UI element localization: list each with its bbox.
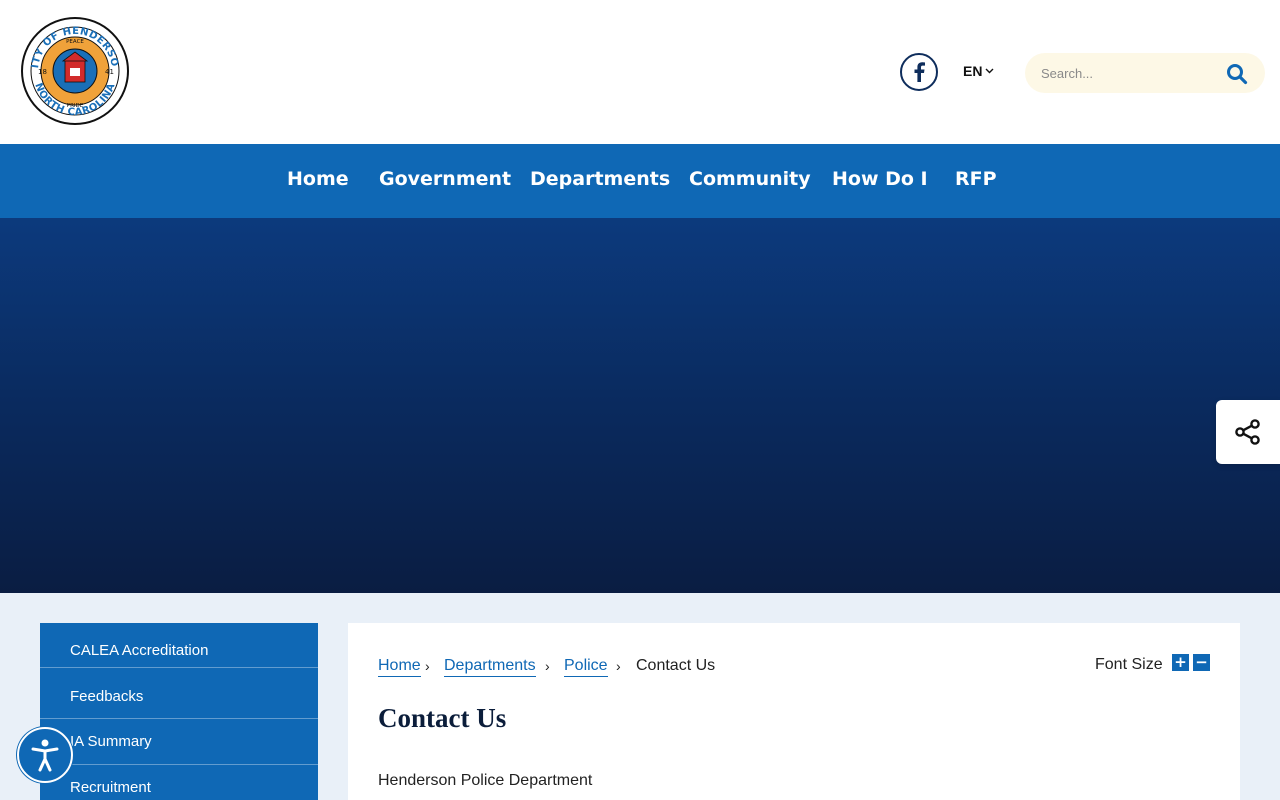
breadcrumb-home[interactable]: Home — [378, 657, 421, 677]
search-input[interactable] — [1041, 63, 1221, 83]
sidebar-item-label: CALEA Accreditation — [70, 642, 209, 659]
breadcrumb-chevron-icon: › — [545, 658, 550, 674]
nav-item-rfp[interactable]: RFP — [955, 168, 997, 190]
sidebar-item-label: IA Summary — [70, 733, 152, 750]
nav-item-departments[interactable]: Departments — [530, 168, 670, 190]
font-size-decrease-button[interactable]: − — [1193, 654, 1210, 671]
facebook-link[interactable] — [900, 53, 938, 91]
language-selector[interactable]: EN — [963, 63, 994, 79]
city-seal-icon: CITY OF HENDERSON NORTH CAROLINA 18 41 P… — [16, 8, 129, 125]
facebook-icon — [914, 62, 925, 82]
breadcrumb-departments[interactable]: Departments — [444, 657, 536, 677]
nav-item-how-do-i[interactable]: How Do I — [832, 168, 928, 190]
site-header: CITY OF HENDERSON NORTH CAROLINA 18 41 P… — [0, 0, 1280, 144]
hero-banner — [0, 218, 1280, 593]
accessibility-icon — [31, 739, 59, 772]
share-icon — [1235, 419, 1260, 445]
sidebar-menu: CALEA Accreditation Feedbacks IA Summary… — [40, 623, 318, 800]
chevron-down-icon — [985, 68, 994, 74]
accessibility-button[interactable] — [17, 727, 73, 783]
breadcrumb-current: Contact Us — [636, 657, 716, 674]
department-name: Henderson Police Department — [378, 772, 593, 789]
nav-item-government[interactable]: Government — [379, 168, 511, 190]
sidebar-item-ia-summary[interactable]: IA Summary — [40, 720, 318, 765]
svg-text:PEACE: PEACE — [66, 39, 84, 45]
font-size-increase-button[interactable]: + — [1172, 654, 1189, 671]
city-seal-logo[interactable]: CITY OF HENDERSON NORTH CAROLINA 18 41 P… — [16, 8, 130, 126]
sidebar-item-feedbacks[interactable]: Feedbacks — [40, 674, 318, 719]
main-nav: Home Government Departments Community Ho… — [0, 144, 1280, 218]
breadcrumb-chevron-icon: › — [616, 658, 621, 674]
sidebar-item-label: Recruitment — [70, 779, 151, 796]
breadcrumb-police[interactable]: Police — [564, 657, 608, 677]
language-label: EN — [963, 63, 983, 79]
search-icon[interactable] — [1226, 63, 1248, 85]
svg-text:PRIDE: PRIDE — [67, 103, 84, 109]
breadcrumb-chevron-icon: › — [425, 658, 430, 674]
font-size-label: Font Size — [1095, 656, 1163, 673]
page-title: Contact Us — [378, 703, 507, 733]
main-content: Home › Departments › Police › Contact Us… — [348, 623, 1240, 800]
search-box — [1025, 53, 1265, 93]
nav-item-home[interactable]: Home — [287, 168, 349, 190]
nav-item-community[interactable]: Community — [689, 168, 811, 190]
sidebar-item-recruitment[interactable]: Recruitment — [40, 766, 318, 800]
sidebar-item-calea-accreditation[interactable]: CALEA Accreditation — [40, 623, 318, 668]
sidebar-item-label: Feedbacks — [70, 688, 144, 705]
svg-text:41: 41 — [105, 68, 114, 76]
svg-text:18: 18 — [38, 68, 47, 76]
share-button[interactable] — [1216, 400, 1280, 464]
